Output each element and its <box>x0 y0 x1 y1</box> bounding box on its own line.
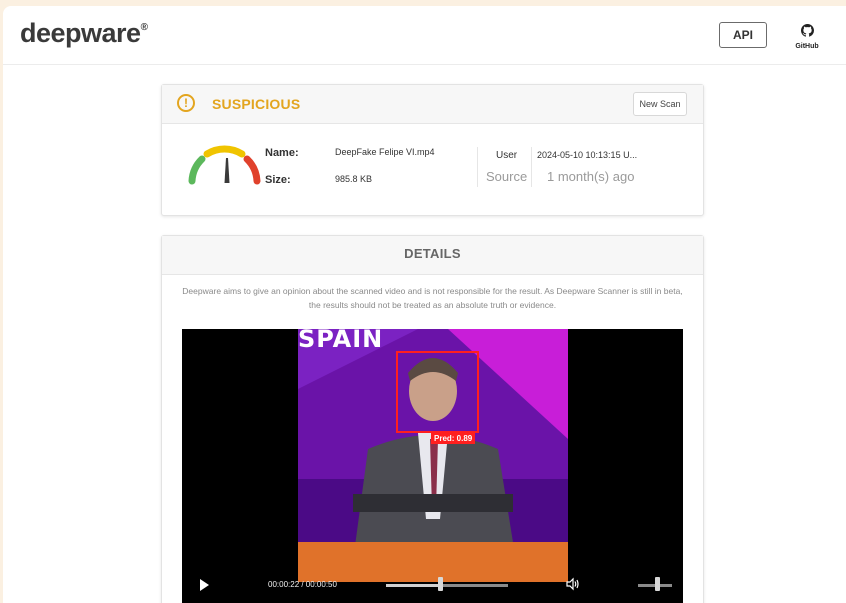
prediction-label: Pred: 0.89 <box>431 433 476 444</box>
info-divider <box>477 147 478 187</box>
source-value: 1 month(s) ago <box>547 169 635 184</box>
seek-bar-thumb[interactable] <box>437 577 443 591</box>
user-label: User <box>496 150 518 161</box>
details-card: DETAILS Deepware aims to give an opinion… <box>161 235 704 603</box>
video-controls: 00:00:22 / 00:00:50 <box>182 569 683 603</box>
api-button[interactable]: API <box>719 22 767 48</box>
deepware-logo[interactable]: deepware® <box>20 18 148 49</box>
user-value: 2024-05-10 10:13:15 U... <box>537 150 638 160</box>
status-title: SUSPICIOUS <box>212 96 301 112</box>
warning-circle-icon: ! <box>177 94 195 112</box>
seek-bar-fill <box>386 584 440 587</box>
risk-gauge <box>188 145 261 185</box>
video-overlay-text: SPAIN <box>298 329 384 353</box>
gauge-red-arc <box>243 155 261 185</box>
gauge-needle <box>224 158 230 183</box>
details-title: DETAILS <box>404 246 461 261</box>
github-label: GitHub <box>795 43 819 50</box>
top-header: deepware® API GitHub <box>3 6 846 65</box>
video-player[interactable]: SPAIN Pred: 0.89 00:00:22 / 00:00:50 <box>182 329 683 603</box>
disclaimer-text: Deepware aims to give an opinion about t… <box>182 286 683 310</box>
gauge-green-arc <box>188 155 206 185</box>
face-detection-box <box>396 351 479 433</box>
scan-result-card: ! SUSPICIOUS New Scan Name: DeepFake Fel… <box>161 84 704 216</box>
gauge-yellow-arc <box>203 145 246 158</box>
details-card-header: DETAILS <box>162 236 703 275</box>
info-divider-2 <box>531 147 532 187</box>
source-label: Source <box>486 169 528 184</box>
file-size: 985.8 KB <box>335 174 373 184</box>
seek-bar[interactable] <box>386 584 508 587</box>
file-name: DeepFake Felipe VI.mp4 <box>335 147 435 157</box>
volume-icon[interactable] <box>566 577 580 591</box>
result-card-header: ! SUSPICIOUS New Scan <box>162 85 703 124</box>
volume-slider-thumb[interactable] <box>654 577 660 591</box>
size-label: Size: <box>265 174 291 186</box>
github-link[interactable]: GitHub <box>793 24 821 50</box>
github-icon <box>800 24 814 41</box>
play-icon[interactable] <box>200 579 209 591</box>
time-display: 00:00:22 / 00:00:50 <box>268 580 337 589</box>
new-scan-button[interactable]: New Scan <box>633 92 687 116</box>
page: deepware® API GitHub ! SUSPICIOUS New Sc… <box>3 6 846 603</box>
name-label: Name: <box>265 147 299 159</box>
